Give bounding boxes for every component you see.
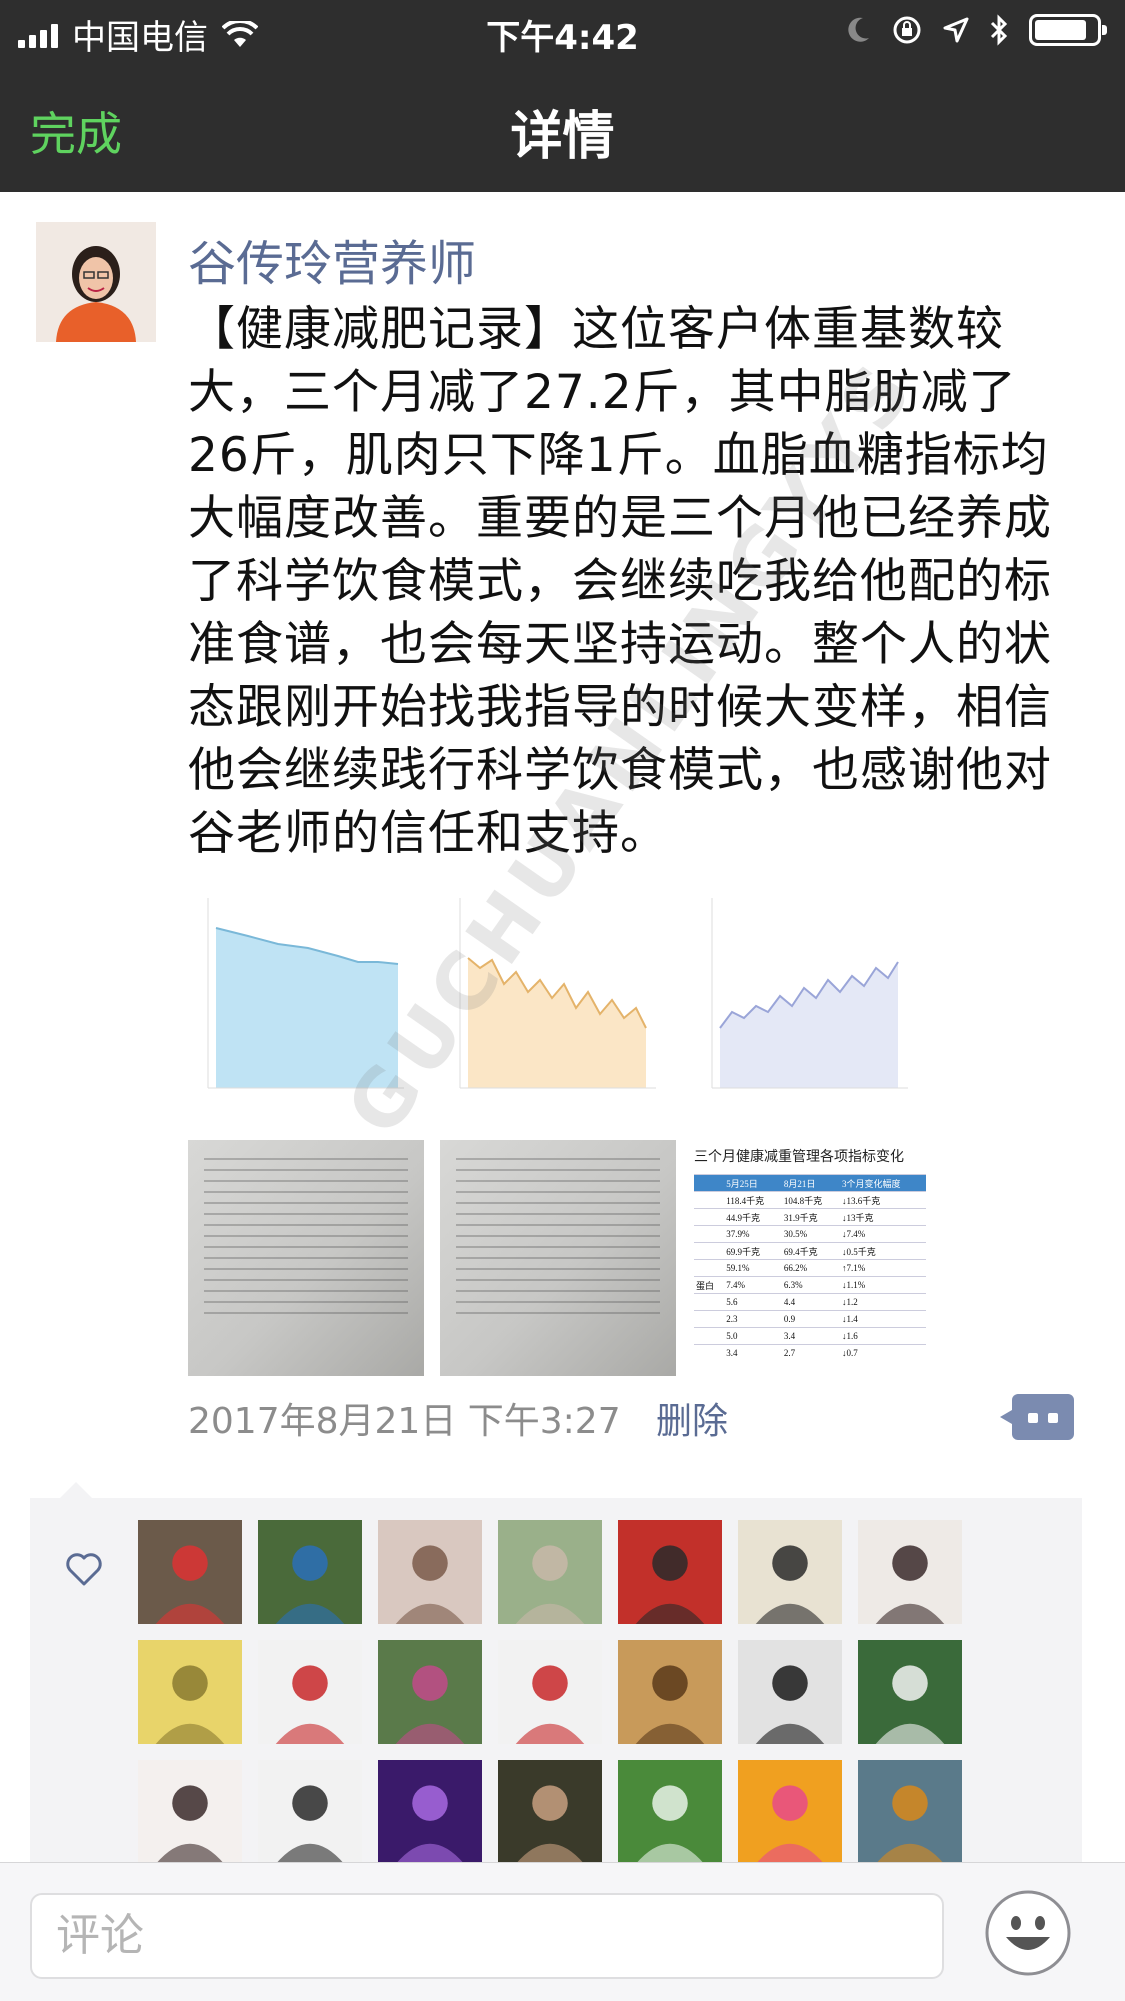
post-timestamp: 2017年8月21日 下午3:27 (188, 1401, 621, 1442)
avatar-purple-moon[interactable] (378, 1760, 482, 1864)
avatar-corn[interactable] (138, 1640, 242, 1744)
moon-icon (848, 17, 869, 42)
avatar-swans-sunset[interactable] (618, 1640, 722, 1744)
table-row: 2.3 0.9 ↓1.4 (694, 1310, 926, 1328)
avatar-lotus-hands[interactable] (738, 1760, 842, 1864)
avatar-woman-garden[interactable] (378, 1640, 482, 1744)
fat-chart-image[interactable] (440, 888, 676, 1124)
battery-icon (1029, 14, 1107, 46)
table-header-cell: 8月21日 (781, 1174, 841, 1192)
comment-bar: 评论 (0, 1862, 1125, 2001)
moment-detail-page: 中国电信 下午4:42 完成 详情 谷传玲营养师 【健康减肥记录】这位客户体重基… (0, 0, 1125, 2001)
likes-panel (30, 1482, 1082, 1878)
comment-input[interactable]: 评论 (30, 1893, 944, 1979)
delete-button[interactable]: 删除 (656, 1392, 728, 1444)
avatar-woman-portrait[interactable] (378, 1520, 482, 1624)
weight-chart-image[interactable] (188, 888, 424, 1124)
table-row: 118.4千克 104.8千克 ↓13.6千克 (694, 1191, 926, 1209)
table-row: 37.9% 30.5% ↓7.4% (694, 1225, 926, 1243)
comment-action-button[interactable] (1000, 1394, 1074, 1440)
indicator-table: 5月25日 8月21日 3个月变化幅度 118.4千克 104.8千克 ↓13.6千… (694, 1174, 926, 1362)
table-header-cell: 3个月变化幅度 (840, 1174, 926, 1192)
table-row: 59.1% 66.2% ↑7.1% (694, 1259, 926, 1277)
location-arrow-icon (943, 17, 969, 43)
muscle-chart-image[interactable] (692, 888, 928, 1124)
author-name[interactable]: 谷传玲营养师 (188, 224, 476, 294)
avatar-woman-glasses[interactable] (738, 1640, 842, 1744)
avatar-cat-santa-hat[interactable] (258, 1640, 362, 1744)
avatar-green-grass[interactable] (618, 1760, 722, 1864)
avatar-woman-green[interactable] (858, 1640, 962, 1744)
table-row: 44.9千克 31.9千克 ↓13千克 (694, 1208, 926, 1226)
table-row: 5.0 3.4 ↓1.6 (694, 1327, 926, 1345)
avatar-cartoon-man[interactable] (738, 1520, 842, 1624)
table-row: 5.6 4.4 ↓1.2 (694, 1293, 926, 1311)
rotation-lock-icon (893, 16, 921, 44)
lab-report-image-1[interactable] (188, 1140, 424, 1376)
like-avatar-grid (30, 1498, 1082, 1878)
table-header-cell: 5月25日 (724, 1174, 782, 1192)
avatar-cartoon-girl-santa[interactable] (498, 1640, 602, 1744)
post-text: 【健康减肥记录】这位客户体重基数较大，三个月减了27.2斤，其中脂肪减了26斤，… (188, 302, 1052, 861)
avatar-child-soldier-hat[interactable] (498, 1760, 602, 1864)
table-image-title: 三个月健康减重管理各项指标变化 (694, 1149, 904, 1165)
page-title: 详情 (510, 107, 615, 167)
lab-report-image-2[interactable] (440, 1140, 676, 1376)
avatar-man-outdoor[interactable] (258, 1520, 362, 1624)
avatar-girl-glasses[interactable] (258, 1760, 362, 1864)
status-right (845, 14, 1107, 46)
avatar-cartoon-red[interactable] (618, 1520, 722, 1624)
indicator-table-image[interactable]: 三个月健康减重管理各项指标变化 5月25日 8月21日 3个月变化幅度 118.… (692, 1140, 928, 1376)
avatar-woman-smile[interactable] (138, 1760, 242, 1864)
avatar-red-balloon[interactable] (138, 1520, 242, 1624)
bluetooth-icon (990, 14, 1008, 46)
status-bar: 中国电信 下午4:42 (0, 0, 1125, 62)
avatar-hand-flower-road[interactable] (498, 1520, 602, 1624)
emoji-icon[interactable] (984, 1889, 1072, 1977)
avatar-woman-white[interactable] (858, 1520, 962, 1624)
avatar-mountain-landscape[interactable] (858, 1760, 962, 1864)
table-row: 69.9千克 69.4千克 ↓0.5千克 (694, 1242, 926, 1260)
author-avatar[interactable] (36, 222, 156, 342)
nav-bar: 完成 详情 (0, 62, 1125, 192)
table-row: 3.4 2.7 ↓0.7 (694, 1344, 926, 1362)
table-row: 蛋白 7.4% 6.3% ↓1.1% (694, 1276, 926, 1294)
